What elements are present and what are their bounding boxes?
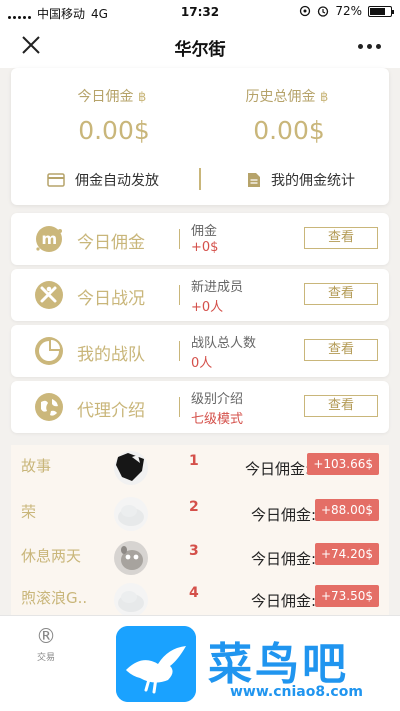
auto-payout-label: 佣金自动发放 xyxy=(75,173,159,189)
pie-chart-icon xyxy=(35,337,63,365)
avatar xyxy=(114,583,148,615)
today-commission-label: 今日佣金: xyxy=(251,550,317,568)
list-item[interactable]: 荣 2 今日佣金: +88.00$ xyxy=(11,491,389,535)
watermark-logo: 菜鸟吧 www.cniao8.com xyxy=(116,626,388,704)
row-agent-intro: 代理介绍 级别介绍 七级模式 查看 xyxy=(11,381,389,433)
rank-number: 1 xyxy=(189,453,199,469)
total-commission-value: 0.00$ xyxy=(253,116,325,145)
row-divider xyxy=(179,229,180,249)
member-name: 故事 xyxy=(21,457,52,475)
commission-amount-badge: +74.20$ xyxy=(314,543,379,565)
tab-trade[interactable]: ® 交易 xyxy=(26,624,66,663)
list-item[interactable]: 故事 1 今日佣金: +103.66$ xyxy=(11,445,389,489)
ranking-list: 故事 1 今日佣金: +103.66$ 荣 2 今日佣金: +88.00$ 休息… xyxy=(11,445,389,615)
row-title: 今日佣金 xyxy=(77,233,145,253)
battery-icon xyxy=(368,5,394,17)
more-icon[interactable] xyxy=(358,36,386,56)
sword-icon xyxy=(35,281,63,309)
watermark-title: 菜鸟吧 xyxy=(208,639,349,690)
row-title: 今日战况 xyxy=(77,289,145,309)
summary-actions: 佣金自动发放 我的佣金统计 xyxy=(11,166,389,192)
row-value: 七级模式 xyxy=(191,412,244,427)
total-commission-stat: 历史总佣金 ฿ 0.00$ xyxy=(219,86,359,145)
row-today-battle: 今日战况 新进成员 +0人 查看 xyxy=(11,269,389,321)
row-value: +0$ xyxy=(191,240,219,255)
row-my-team: 我的战队 战队总人数 0人 查看 xyxy=(11,325,389,377)
total-commission-label: 历史总佣金 xyxy=(245,89,316,105)
row-divider xyxy=(179,341,180,361)
avatar xyxy=(114,497,148,531)
watermark-url: www.cniao8.com xyxy=(230,684,363,700)
row-today-commission: m 今日佣金 佣金 +0$ 查看 xyxy=(11,213,389,265)
today-commission-stat: 今日佣金 ฿ 0.00$ xyxy=(44,86,184,145)
row-value: +0人 xyxy=(191,300,224,315)
row-title: 我的战队 xyxy=(77,345,145,365)
globe-icon xyxy=(35,393,63,421)
nav-bar: 华尔街 xyxy=(0,24,400,68)
bitcoin-icon: ฿ xyxy=(320,90,328,103)
row-divider xyxy=(179,397,180,417)
document-icon xyxy=(248,173,260,187)
battery-percent: 72% xyxy=(335,4,362,18)
m-coin-icon: m xyxy=(36,226,62,252)
today-commission-label: 今日佣金 xyxy=(77,89,134,105)
member-name: 荣 xyxy=(21,503,37,521)
action-divider xyxy=(199,168,201,190)
status-right: 72% xyxy=(299,4,394,18)
today-commission-label: 今日佣金: xyxy=(251,506,317,524)
today-commission-label: 今日佣金: xyxy=(245,460,311,478)
bird-logo-icon xyxy=(116,626,196,702)
view-button[interactable]: 查看 xyxy=(304,227,378,249)
row-label: 新进成员 xyxy=(191,280,244,295)
auto-payout-button[interactable]: 佣金自动发放 xyxy=(47,170,159,190)
commission-stats-button[interactable]: 我的佣金统计 xyxy=(247,170,355,190)
today-commission-label: 今日佣金: xyxy=(251,592,317,610)
page-title: 华尔街 xyxy=(174,40,226,60)
row-label: 级别介绍 xyxy=(191,392,244,407)
view-button[interactable]: 查看 xyxy=(304,283,378,305)
view-button[interactable]: 查看 xyxy=(304,395,378,417)
svg-text:m: m xyxy=(42,230,58,248)
row-title: 代理介绍 xyxy=(77,401,145,421)
member-name: 煦滚浪G.. xyxy=(21,589,88,607)
rank-number: 3 xyxy=(189,543,199,559)
commission-stats-label: 我的佣金统计 xyxy=(271,173,355,189)
commission-amount-badge: +88.00$ xyxy=(314,499,379,521)
tab-label: 交易 xyxy=(36,653,55,663)
status-bar: 中国移动 4G 17:32 72% xyxy=(0,0,400,24)
row-value: 0人 xyxy=(191,356,213,371)
commission-summary-card: 今日佣金 ฿ 0.00$ 历史总佣金 ฿ 0.00$ 佣金自动发放 我的佣金统计 xyxy=(11,68,389,205)
svg-text:฿: ฿ xyxy=(320,90,328,103)
member-name: 休息两天 xyxy=(21,547,82,565)
rank-number: 4 xyxy=(189,585,199,601)
card-icon xyxy=(47,173,65,187)
avatar xyxy=(114,451,148,485)
svg-text:฿: ฿ xyxy=(138,90,146,103)
alarm-icon xyxy=(318,6,329,17)
bitcoin-icon: ฿ xyxy=(138,90,146,103)
list-item[interactable]: 煦滚浪G.. 4 今日佣金: +73.50$ xyxy=(11,577,389,615)
registered-icon: ® xyxy=(36,624,56,648)
commission-amount-badge: +103.66$ xyxy=(307,453,379,475)
row-label: 佣金 xyxy=(191,224,218,239)
commission-amount-badge: +73.50$ xyxy=(314,585,379,607)
location-icon xyxy=(300,5,311,17)
row-divider xyxy=(179,285,180,305)
view-button[interactable]: 查看 xyxy=(304,339,378,361)
rank-number: 2 xyxy=(189,499,199,515)
list-item[interactable]: 休息两天 3 今日佣金: +74.20$ xyxy=(11,535,389,579)
row-label: 战队总人数 xyxy=(191,336,257,351)
avatar xyxy=(114,541,148,575)
today-commission-value: 0.00$ xyxy=(78,116,150,145)
